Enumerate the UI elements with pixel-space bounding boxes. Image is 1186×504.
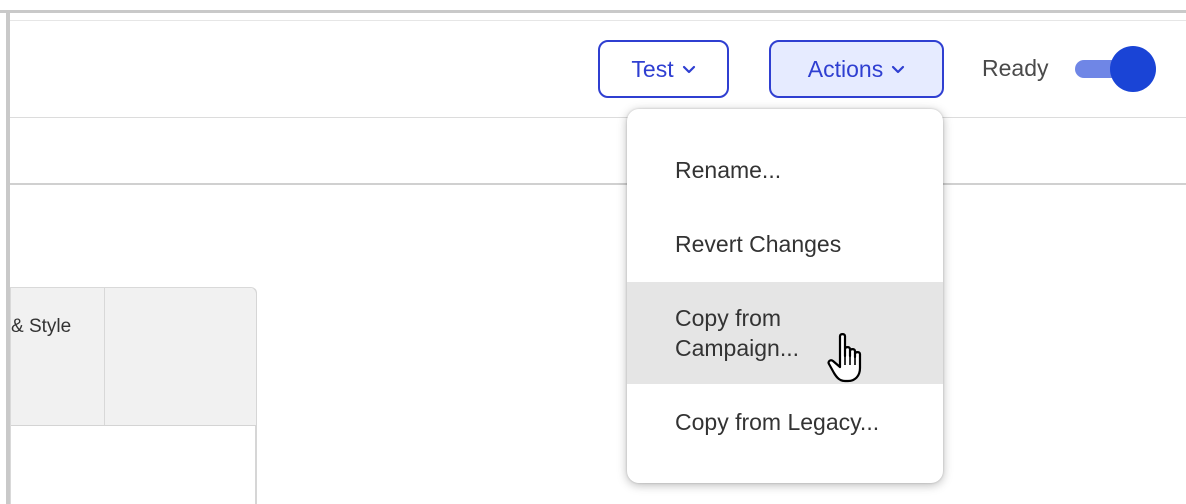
actions-button-label: Actions [807, 55, 884, 82]
window-frame-top [0, 10, 1186, 13]
chevron-down-icon [682, 65, 695, 73]
menu-item-rename[interactable]: Rename... [627, 133, 943, 207]
card-header: & Style [11, 288, 256, 426]
actions-dropdown-menu: Rename... Revert Changes Copy from Campa… [627, 109, 943, 483]
test-button-label: Test [631, 55, 674, 82]
menu-item-copy-from-campaign[interactable]: Copy from Campaign... [627, 282, 943, 384]
header-divider [10, 117, 1186, 118]
card-column-divider [104, 288, 105, 425]
toggle-knob[interactable] [1110, 46, 1156, 92]
chevron-down-icon [892, 65, 905, 73]
menu-item-label: Revert Changes [675, 230, 842, 257]
toolbar-divider [10, 183, 1186, 185]
menu-item-revert-changes[interactable]: Revert Changes [627, 207, 943, 281]
ready-toggle[interactable] [1073, 44, 1159, 94]
status-label: Ready [982, 55, 1049, 81]
test-button[interactable]: Test [598, 40, 729, 98]
menu-item-label: Copy from Legacy... [675, 408, 880, 435]
menu-item-copy-from-legacy[interactable]: Copy from Legacy... [627, 385, 943, 459]
content-card: & Style [10, 287, 257, 504]
panel-top-border [10, 20, 1186, 21]
hand-pointer-icon [827, 333, 862, 383]
actions-button[interactable]: Actions [769, 40, 944, 98]
menu-item-label: Rename... [675, 156, 782, 183]
card-header-label[interactable]: & Style [11, 316, 71, 338]
